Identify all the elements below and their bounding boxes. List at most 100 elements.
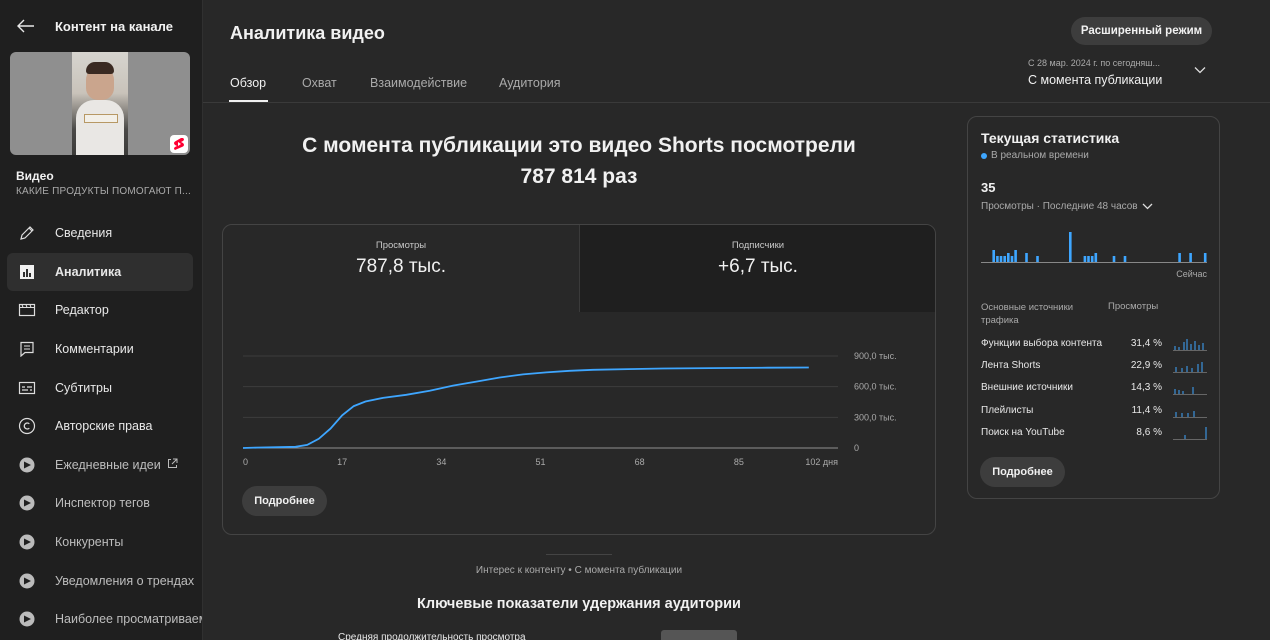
retention-title: Ключевые показатели удержания аудитории — [417, 596, 741, 612]
x-tick-label: 85 — [734, 457, 744, 467]
headline-text: С момента публикации это видео Shorts по… — [302, 134, 856, 157]
metric-subscribers[interactable]: Подписчики +6,7 тыс. — [579, 225, 935, 312]
headline-views: 787 814 раз — [520, 165, 638, 188]
realtime-now-label: Сейчас — [1176, 269, 1207, 279]
copyright-icon — [17, 416, 37, 436]
sidebar-item-label: Сведения — [55, 226, 113, 241]
realtime-indicator: В реальном времени — [981, 150, 1089, 161]
realtime-bar — [1014, 250, 1017, 262]
x-tick-label: 0 — [243, 457, 248, 467]
traffic-source-value: 8,6 % — [1136, 427, 1162, 438]
sidebar-item-label: Авторские права — [55, 419, 153, 434]
extension-icon — [17, 609, 37, 629]
traffic-source-name: Поиск на YouTube — [981, 427, 1065, 438]
sidebar-item-competitors[interactable]: Конкуренты — [7, 523, 193, 562]
traffic-source-value: 11,4 % — [1131, 405, 1162, 416]
realtime-bar — [1123, 256, 1127, 262]
realtime-bar — [1025, 253, 1028, 262]
video-name: КАКИЕ ПРОДУКТЫ ПОМОГАЮТ П... — [16, 186, 191, 197]
sidebar-item-analytics[interactable]: Аналитика — [7, 252, 193, 292]
realtime-more-button[interactable]: Подробнее — [980, 457, 1065, 487]
metric-value: 787,8 тыс. — [356, 256, 446, 277]
sidebar-item-trend-alerts[interactable]: Уведомления о трендах — [7, 561, 194, 600]
shorts-icon — [170, 135, 188, 153]
date-range-detail: С 28 мар. 2024 г. по сегодняш... — [1028, 58, 1161, 68]
sidebar-item-label: Наиболее просматриваемые — [55, 612, 202, 627]
sidebar-item-comments[interactable]: Комментарии — [7, 330, 193, 369]
video-label: Видео — [16, 169, 54, 183]
views-line-chart: 0 300,0 тыс. 600,0 тыс. 900,0 тыс. 0 17 34 51 68… — [242, 351, 897, 467]
traffic-sparkline — [1173, 339, 1207, 351]
chevron-down-icon — [1142, 203, 1153, 210]
realtime-title: Текущая статистика — [981, 130, 1120, 146]
realtime-bar — [1083, 256, 1087, 262]
realtime-bar — [1090, 256, 1094, 262]
traffic-source-value: 31,4 % — [1130, 338, 1162, 349]
traffic-source-name: Функции выбора контента — [981, 338, 1103, 349]
advanced-mode-button[interactable]: Расширенный режим — [1071, 17, 1212, 45]
traffic-source-name: Внешние источники — [981, 382, 1073, 393]
sidebar-item-label: Ежедневные идеи — [55, 458, 178, 472]
realtime-bar — [1094, 253, 1098, 262]
content-interest-label: Интерес к контенту • С момента публикаци… — [475, 565, 683, 576]
y-tick-label: 600,0 тыс. — [854, 382, 897, 392]
realtime-period-label: Просмотры · Последние 48 часов — [981, 201, 1138, 212]
x-tick-label: 68 — [635, 457, 645, 467]
realtime-bar — [1087, 256, 1090, 262]
sidebar-item-daily-ideas[interactable]: Ежедневные идеи — [7, 446, 193, 485]
external-link-icon — [167, 458, 178, 468]
tab-engagement[interactable]: Взаимодействие — [370, 76, 467, 90]
traffic-sparkline — [1173, 387, 1207, 395]
traffic-sparkline — [1173, 362, 1207, 373]
realtime-period-selector[interactable]: Просмотры · Последние 48 часов — [981, 201, 1153, 212]
x-tick-label: 51 — [535, 457, 545, 467]
views-card: Просмотры 787,8 тыс. Подписчики +6,7 тыс… — [222, 224, 936, 535]
traffic-source-row[interactable]: Внешние источники 14,3 % — [981, 380, 1207, 396]
editor-icon — [17, 300, 37, 320]
sidebar-item-label: Комментарии — [55, 342, 134, 357]
comments-icon — [17, 339, 37, 359]
chart-more-button[interactable]: Подробнее — [242, 486, 327, 516]
date-range-label: С момента публикации — [1028, 73, 1163, 87]
realtime-bar — [1203, 253, 1207, 262]
realtime-bar — [1003, 256, 1006, 262]
headline: С момента публикации это видео Shorts по… — [222, 130, 936, 192]
date-range-selector[interactable]: С 28 мар. 2024 г. по сегодняш... С момен… — [1028, 58, 1213, 92]
sidebar-item-editor[interactable]: Редактор — [7, 291, 193, 330]
views-chart[interactable]: 0 300,0 тыс. 600,0 тыс. 900,0 тыс. 0 17 34 51 68… — [223, 312, 935, 472]
x-tick-label: 102 дня — [805, 457, 838, 467]
realtime-bar — [1112, 256, 1116, 262]
sidebar-item-label: Субтитры — [55, 380, 112, 395]
traffic-source-header: Основные источники трафика — [981, 302, 1074, 326]
traffic-source-row[interactable]: Лента Shorts 22,9 % — [981, 358, 1207, 374]
traffic-sparkline — [1173, 411, 1207, 418]
back-arrow-icon[interactable] — [14, 14, 38, 38]
realtime-label: В реальном времени — [991, 150, 1089, 161]
traffic-source-value: 14,3 % — [1130, 382, 1162, 393]
analytics-icon — [17, 262, 37, 282]
realtime-bar — [1189, 253, 1192, 262]
metric-views[interactable]: Просмотры 787,8 тыс. — [223, 225, 579, 312]
traffic-source-value: 22,9 % — [1130, 360, 1162, 371]
realtime-bar-chart — [981, 232, 1207, 263]
realtime-bar — [1069, 232, 1072, 262]
live-dot-icon — [981, 152, 987, 159]
x-tick-label: 34 — [436, 457, 446, 467]
sidebar: Контент на канале Видео КАКИЕ ПРОДУКТЫ П… — [0, 0, 203, 640]
tab-audience[interactable]: Аудитория — [499, 76, 561, 90]
sidebar-item-label: Конкуренты — [55, 535, 124, 550]
sidebar-item-details[interactable]: Сведения — [7, 214, 193, 253]
tab-overview[interactable]: Обзор — [230, 76, 266, 90]
tab-reach[interactable]: Охват — [302, 76, 337, 90]
sidebar-item-most-viewed[interactable]: Наиболее просматриваемые — [7, 600, 202, 639]
video-thumbnail[interactable] — [10, 52, 190, 155]
traffic-source-row[interactable]: Плейлисты 11,4 % — [981, 403, 1207, 419]
traffic-source-row[interactable]: Поиск на YouTube 8,6 % — [981, 425, 1207, 441]
y-tick-label: 300,0 тыс. — [854, 412, 897, 422]
traffic-source-row[interactable]: Функции выбора контента 31,4 % — [981, 336, 1207, 352]
sidebar-item-tag-inspector[interactable]: Инспектор тегов — [7, 484, 193, 523]
views-series-line — [242, 366, 809, 449]
sidebar-item-copyright[interactable]: Авторские права — [7, 407, 193, 446]
y-tick-label: 900,0 тыс. — [854, 351, 897, 361]
sidebar-item-subtitles[interactable]: Субтитры — [7, 368, 193, 407]
